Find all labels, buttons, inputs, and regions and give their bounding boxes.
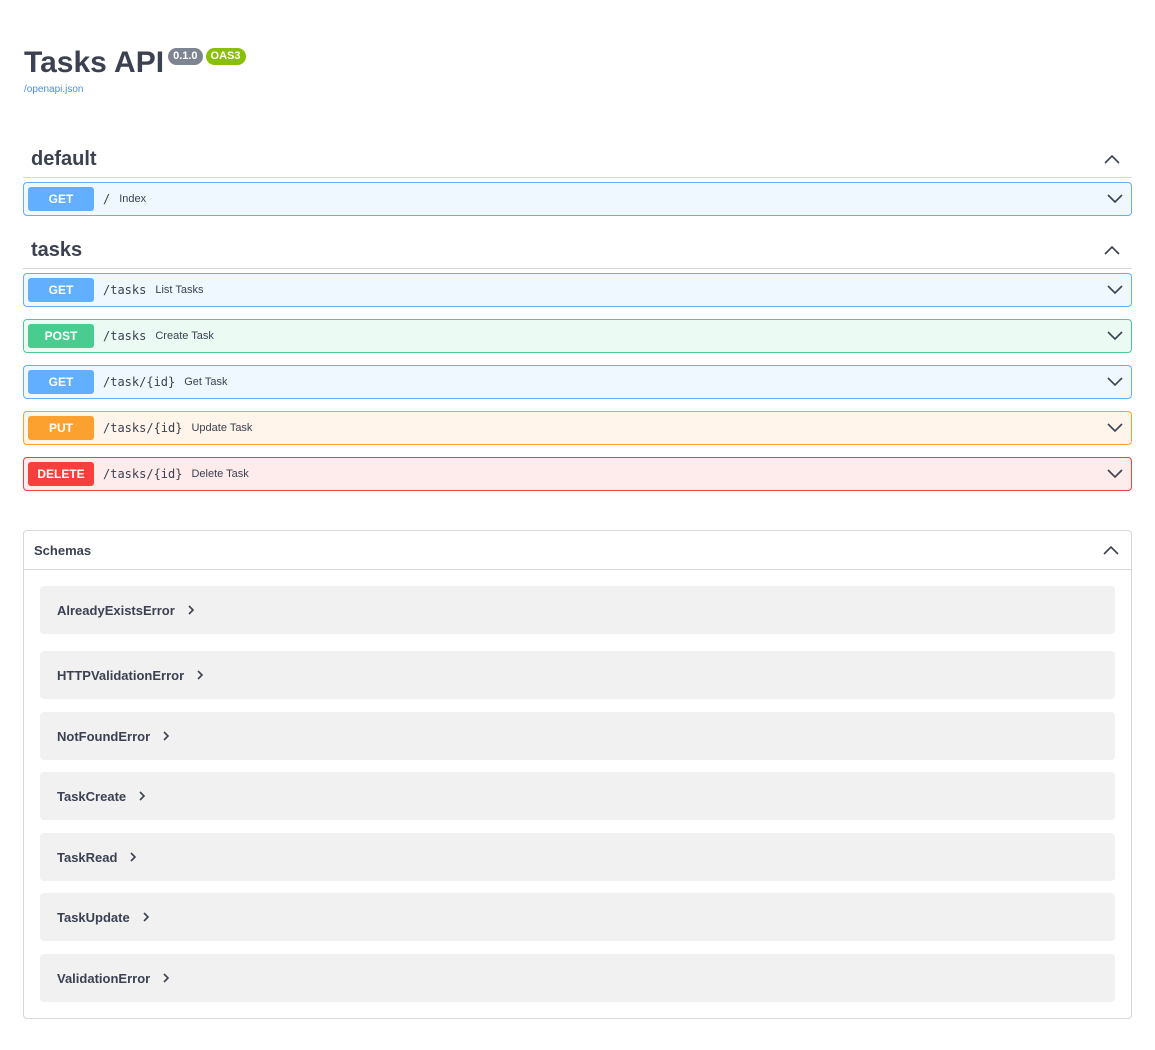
operation-path: /: [103, 192, 111, 206]
operation-summary: Delete Task: [191, 468, 249, 480]
chevron-down-icon[interactable]: [1105, 280, 1125, 300]
model-item[interactable]: HTTPValidationError: [40, 651, 1115, 699]
model-item[interactable]: TaskRead: [40, 833, 1115, 881]
operation-summary: Update Task: [191, 422, 253, 434]
api-info: Tasks API 0.1.0 OAS3 /openapi.json: [24, 44, 246, 95]
operation-path: /tasks: [103, 283, 147, 297]
model-item[interactable]: ValidationError: [40, 954, 1115, 1002]
operation-path: /tasks/{id}: [103, 421, 183, 435]
oas-badge: OAS3: [205, 48, 246, 65]
operation-path: /tasks: [103, 329, 147, 343]
chevron-right-icon[interactable]: [162, 731, 170, 741]
operation-path: /tasks/{id}: [103, 467, 183, 481]
tag-header-tasks[interactable]: tasks: [23, 232, 1132, 269]
method-badge: GET: [28, 370, 94, 394]
schemas-title: Schemas: [34, 542, 92, 558]
model-name: HTTPValidationError: [57, 667, 185, 683]
operation-get-index[interactable]: GET / Index: [23, 182, 1132, 216]
operation-summary: Index: [119, 193, 147, 205]
api-title: Tasks API: [24, 46, 165, 79]
chevron-right-icon[interactable]: [129, 852, 137, 862]
model-name: TaskCreate: [57, 788, 127, 804]
tag-header-default[interactable]: default: [23, 141, 1132, 178]
operation-get-task[interactable]: GET /task/{id} Get Task: [23, 365, 1132, 399]
method-badge: DELETE: [28, 462, 94, 486]
model-name: ValidationError: [57, 970, 151, 986]
schemas-section: Schemas AlreadyExistsError HTTPValidatio…: [23, 530, 1132, 1019]
operation-put-update-task[interactable]: PUT /tasks/{id} Update Task: [23, 411, 1132, 445]
chevron-down-icon[interactable]: [1105, 189, 1125, 209]
method-badge: GET: [28, 187, 94, 211]
model-item[interactable]: TaskCreate: [40, 772, 1115, 820]
chevron-down-icon[interactable]: [1105, 464, 1125, 484]
tag-section-default: default GET / Index: [23, 141, 1132, 216]
method-badge: GET: [28, 278, 94, 302]
operation-delete-task[interactable]: DELETE /tasks/{id} Delete Task: [23, 457, 1132, 491]
model-item[interactable]: AlreadyExistsError: [40, 586, 1115, 634]
operation-path: /task/{id}: [103, 375, 176, 389]
chevron-up-icon[interactable]: [1092, 144, 1132, 174]
operation-summary: Create Task: [155, 330, 214, 342]
chevron-right-icon[interactable]: [142, 912, 150, 922]
chevron-down-icon[interactable]: [1105, 418, 1125, 438]
operation-summary: Get Task: [184, 376, 228, 388]
chevron-down-icon[interactable]: [1105, 326, 1125, 346]
openapi-json-link[interactable]: /openapi.json: [24, 84, 246, 95]
chevron-right-icon[interactable]: [138, 791, 146, 801]
title-row: Tasks API 0.1.0 OAS3: [24, 44, 246, 82]
model-name: AlreadyExistsError: [57, 602, 175, 618]
model-name: NotFoundError: [57, 728, 151, 744]
chevron-right-icon[interactable]: [196, 670, 204, 680]
chevron-up-icon[interactable]: [1091, 535, 1131, 565]
tag-section-tasks: tasks GET /tasks List Tasks POST /tasks …: [23, 232, 1132, 491]
chevron-right-icon[interactable]: [187, 605, 195, 615]
model-name: TaskRead: [57, 849, 118, 865]
model-name: TaskUpdate: [57, 909, 130, 925]
tag-name: tasks: [31, 238, 83, 261]
version-badge: 0.1.0: [168, 48, 203, 65]
model-item[interactable]: NotFoundError: [40, 712, 1115, 760]
chevron-down-icon[interactable]: [1105, 372, 1125, 392]
model-item[interactable]: TaskUpdate: [40, 893, 1115, 941]
schemas-header[interactable]: Schemas: [24, 531, 1131, 570]
chevron-right-icon[interactable]: [162, 973, 170, 983]
operation-summary: List Tasks: [155, 284, 204, 296]
method-badge: POST: [28, 324, 94, 348]
operation-get-list-tasks[interactable]: GET /tasks List Tasks: [23, 273, 1132, 307]
method-badge: PUT: [28, 416, 94, 440]
tag-name: default: [31, 147, 97, 170]
operation-post-create-task[interactable]: POST /tasks Create Task: [23, 319, 1132, 353]
chevron-up-icon[interactable]: [1092, 235, 1132, 265]
